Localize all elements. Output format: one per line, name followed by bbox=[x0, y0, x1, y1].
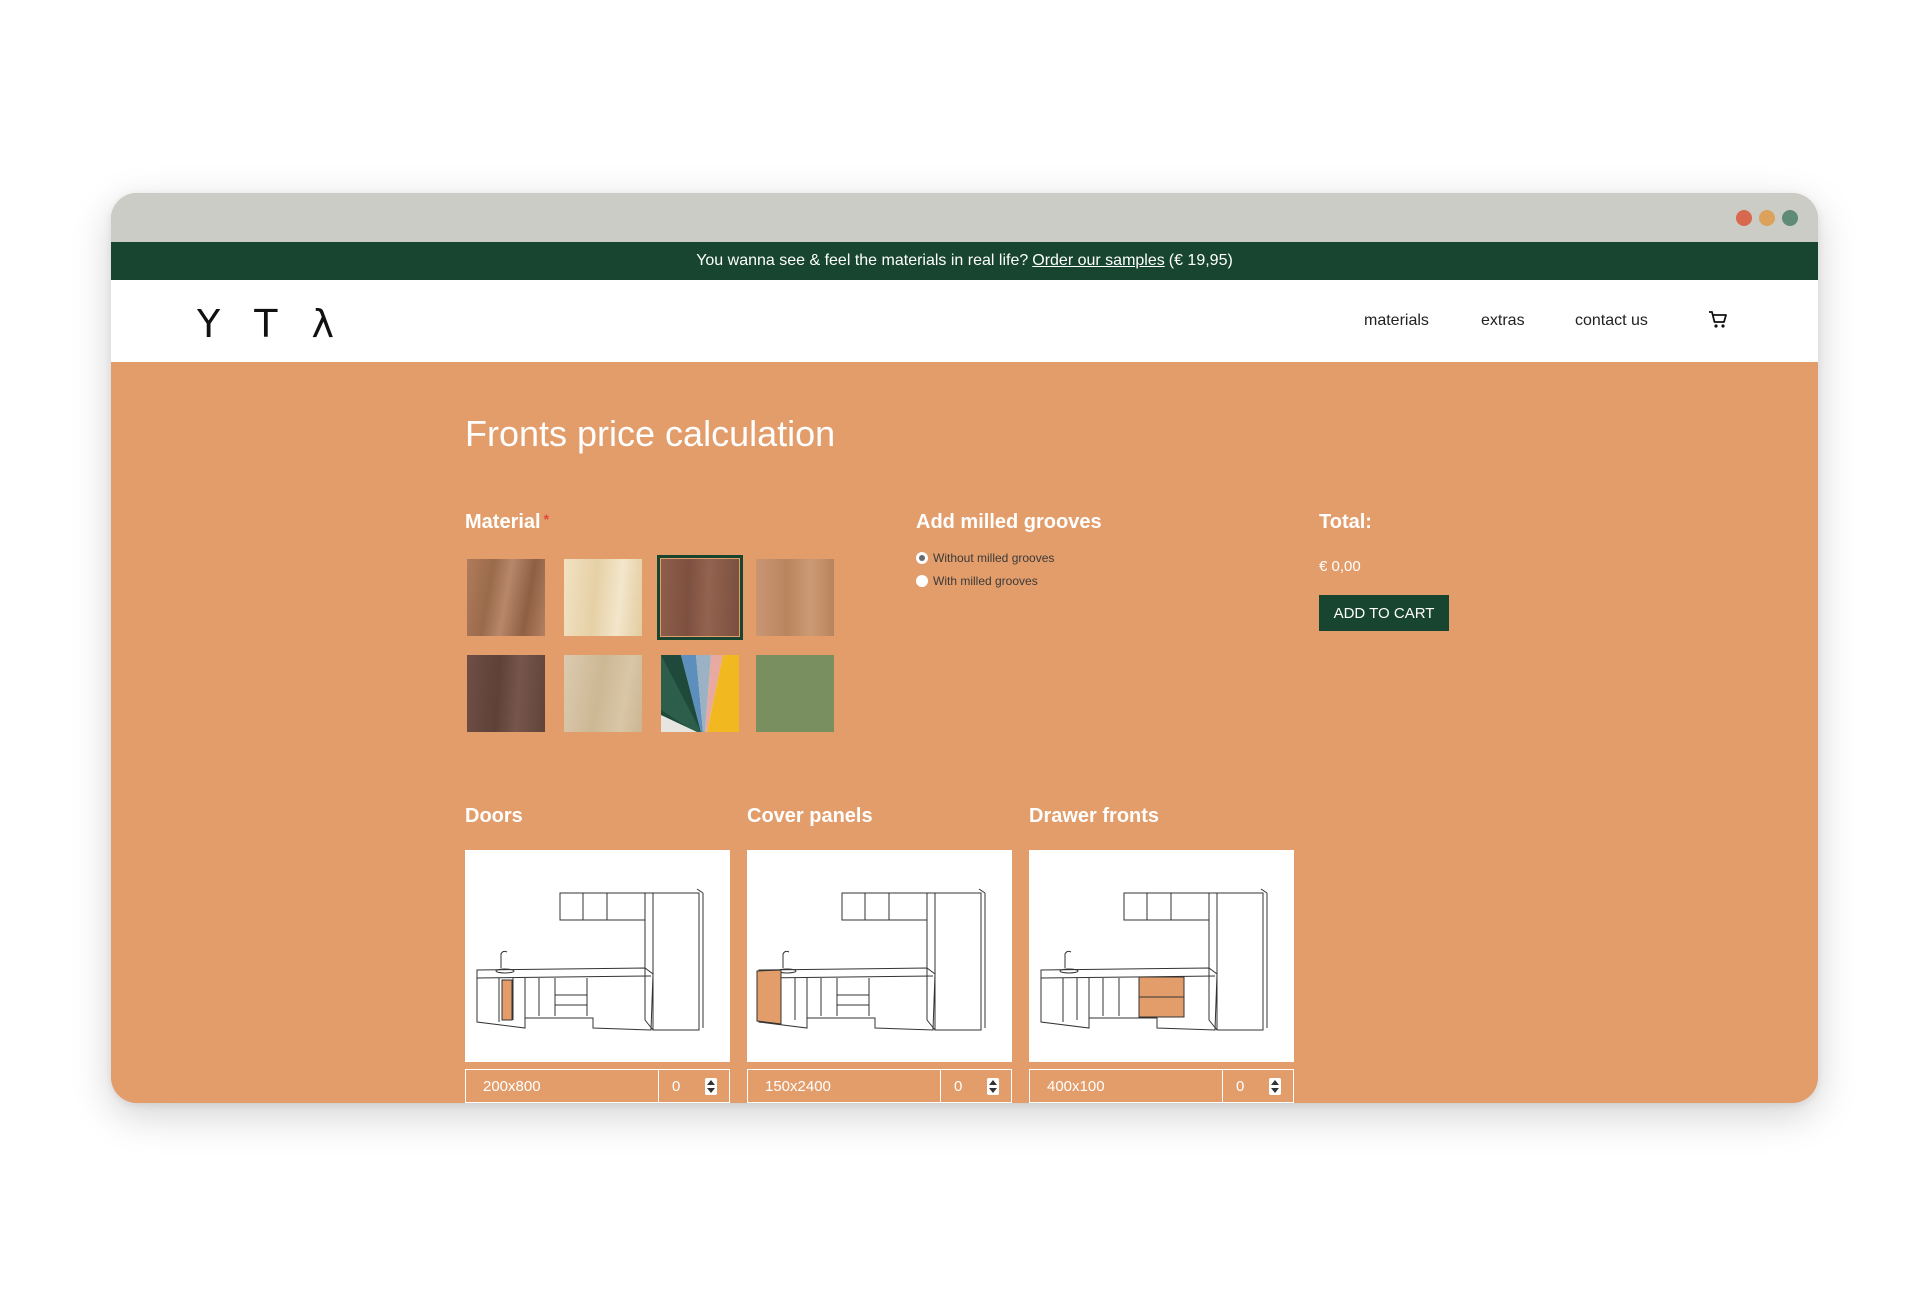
kitchen-cover-panels-illustration bbox=[756, 888, 986, 1031]
total-price: € 0,00 bbox=[1319, 558, 1361, 575]
cover-panels-heading: Cover panels bbox=[747, 805, 873, 827]
cart-icon[interactable] bbox=[1707, 308, 1729, 330]
drawer-fronts-input-row: 400x100 0 bbox=[1029, 1069, 1294, 1103]
cover-panels-quantity-field[interactable]: 0 bbox=[942, 1070, 1011, 1102]
drawer-fronts-quantity-value: 0 bbox=[1236, 1077, 1245, 1095]
quantity-stepper-icon[interactable] bbox=[987, 1078, 999, 1095]
window-titlebar bbox=[111, 193, 1818, 242]
quantity-stepper-icon[interactable] bbox=[1269, 1078, 1281, 1095]
total-heading: Total: bbox=[1319, 511, 1372, 533]
banner-price: (€ 19,95) bbox=[1168, 252, 1233, 269]
add-to-cart-button[interactable]: ADD TO CART bbox=[1319, 595, 1449, 631]
oak-swatch[interactable] bbox=[467, 559, 545, 636]
birch-swatch[interactable] bbox=[564, 559, 642, 636]
cover-panels-input-row: 150x2400 0 bbox=[747, 1069, 1012, 1103]
doors-quantity-value: 0 bbox=[672, 1077, 681, 1095]
radio-button[interactable] bbox=[916, 575, 928, 587]
material-heading-label: Material bbox=[465, 511, 541, 533]
doors-illustration-card bbox=[465, 850, 730, 1062]
doors-heading: Doors bbox=[465, 805, 523, 827]
minimize-window-dot[interactable] bbox=[1759, 210, 1775, 226]
green-linoleum-swatch[interactable] bbox=[756, 655, 834, 732]
grooves-heading: Add milled grooves bbox=[916, 511, 1102, 533]
order-samples-link[interactable]: Order our samples bbox=[1032, 252, 1165, 270]
radio-label: With milled grooves bbox=[933, 574, 1038, 588]
color-fan-swatch[interactable] bbox=[661, 655, 739, 732]
cover-panels-quantity-value: 0 bbox=[954, 1077, 963, 1095]
site-header: Y T λ materials extras contact us bbox=[111, 280, 1818, 362]
light-oak-swatch[interactable] bbox=[756, 559, 834, 636]
cover-panels-size-field[interactable]: 150x2400 bbox=[748, 1070, 941, 1102]
nav-item-contact-us[interactable]: contact us bbox=[1575, 312, 1648, 330]
radio-button[interactable] bbox=[916, 552, 928, 564]
browser-window: You wanna see & feel the materials in re… bbox=[111, 193, 1818, 1103]
nav-item-materials[interactable]: materials bbox=[1364, 312, 1429, 330]
dark-walnut-swatch[interactable] bbox=[467, 655, 545, 732]
radio-without-grooves[interactable]: Without milled grooves bbox=[916, 551, 1054, 565]
doors-input-row: 200x800 0 bbox=[465, 1069, 730, 1103]
cover-panels-illustration-card bbox=[747, 850, 1012, 1062]
drawer-fronts-illustration-card bbox=[1029, 850, 1294, 1062]
plywood-swatch[interactable] bbox=[564, 655, 642, 732]
radio-with-grooves[interactable]: With milled grooves bbox=[916, 574, 1038, 588]
nav-item-extras[interactable]: extras bbox=[1481, 312, 1525, 330]
walnut-veneer-swatch[interactable] bbox=[657, 555, 743, 640]
calculator-section: Fronts price calculation Material * Add m… bbox=[111, 362, 1818, 1103]
doors-quantity-field[interactable]: 0 bbox=[660, 1070, 729, 1102]
radio-label: Without milled grooves bbox=[933, 551, 1055, 565]
logo-letter-y: Y bbox=[197, 302, 221, 346]
kitchen-drawer-fronts-illustration bbox=[1040, 888, 1268, 1031]
maximize-window-dot[interactable] bbox=[1782, 210, 1798, 226]
drawer-fronts-quantity-field[interactable]: 0 bbox=[1224, 1070, 1293, 1102]
drawer-fronts-heading: Drawer fronts bbox=[1029, 805, 1160, 827]
doors-size-field[interactable]: 200x800 bbox=[466, 1070, 659, 1102]
quantity-stepper-icon[interactable] bbox=[705, 1078, 717, 1095]
banner-text: You wanna see & feel the materials in re… bbox=[696, 252, 1029, 269]
kitchen-doors-illustration bbox=[476, 888, 704, 1031]
samples-banner: You wanna see & feel the materials in re… bbox=[111, 242, 1818, 280]
drawer-fronts-size-field[interactable]: 400x100 bbox=[1030, 1070, 1223, 1102]
logo-letter-lambda: λ bbox=[311, 302, 334, 346]
page-title: Fronts price calculation bbox=[465, 413, 836, 454]
logo-letter-t: T bbox=[254, 302, 278, 346]
required-mark: * bbox=[543, 511, 550, 527]
material-heading: Material * bbox=[465, 511, 549, 534]
yta-logo[interactable]: Y T λ bbox=[197, 302, 334, 346]
close-window-dot[interactable] bbox=[1736, 210, 1752, 226]
